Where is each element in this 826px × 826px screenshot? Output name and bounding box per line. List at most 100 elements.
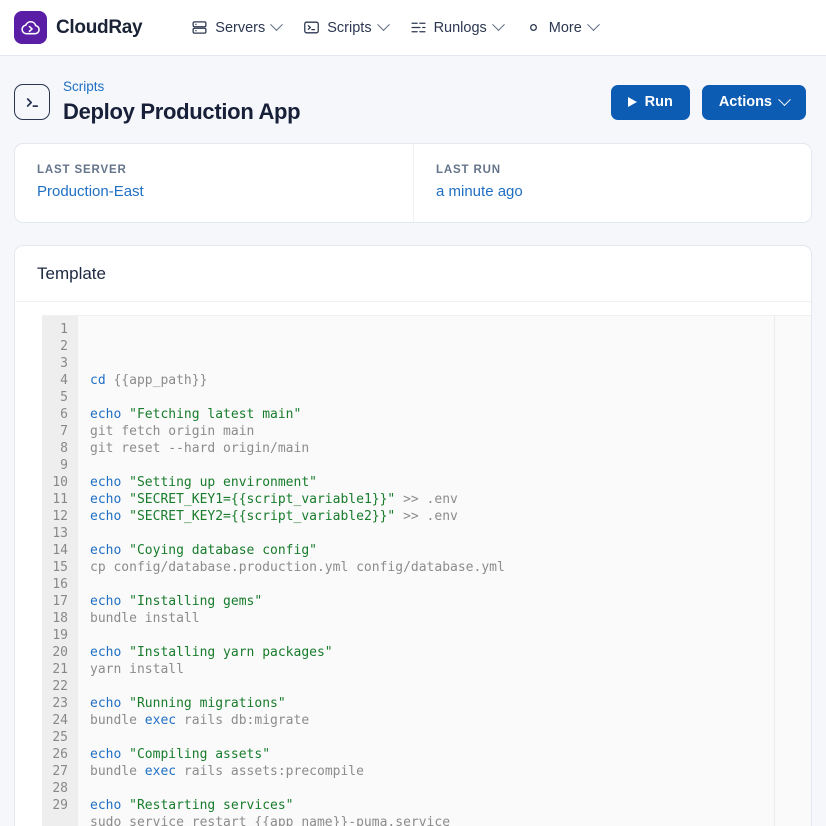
- page-header-actions: Run Actions: [611, 85, 806, 120]
- line-number: 8: [50, 440, 68, 457]
- actions-button-label: Actions: [719, 95, 772, 110]
- code-token: "Coying database config": [129, 543, 317, 558]
- nav-item-scripts[interactable]: Scripts: [292, 12, 398, 43]
- nav-item-label: More: [549, 20, 582, 36]
- code-line[interactable]: bundle exec rails assets:precompile: [90, 763, 812, 780]
- code-line[interactable]: echo "Fetching latest main": [90, 406, 812, 423]
- line-number: 3: [50, 355, 68, 372]
- code-area[interactable]: 1234567891011121314151617181920212223242…: [42, 315, 812, 826]
- code-line[interactable]: echo "Compiling assets": [90, 746, 812, 763]
- play-icon: [628, 97, 637, 107]
- line-number: 9: [50, 457, 68, 474]
- line-number: 1: [50, 321, 68, 338]
- meta-label: LAST RUN: [436, 164, 789, 176]
- code-token: git reset --hard origin/main: [90, 441, 309, 456]
- code-line[interactable]: echo "Running migrations": [90, 695, 812, 712]
- code-line[interactable]: bundle exec rails db:migrate: [90, 712, 812, 729]
- code-line[interactable]: echo "SECRET_KEY1={{script_variable1}}" …: [90, 491, 812, 508]
- code-token: "Setting up environment": [129, 475, 317, 490]
- line-number: 2: [50, 338, 68, 355]
- code-token: "Installing yarn packages": [129, 645, 333, 660]
- code-token: [121, 798, 129, 813]
- line-number: 11: [50, 491, 68, 508]
- code-editor[interactable]: 1234567891011121314151617181920212223242…: [15, 302, 811, 826]
- code-line[interactable]: [90, 457, 812, 474]
- code-line[interactable]: cp config/database.production.yml config…: [90, 559, 812, 576]
- line-number: 13: [50, 525, 68, 542]
- code-line[interactable]: [90, 525, 812, 542]
- code-token: bundle: [90, 764, 145, 779]
- nav-item-more[interactable]: More: [514, 12, 609, 43]
- line-number: 27: [50, 763, 68, 780]
- circle-icon: [525, 19, 542, 36]
- log-list-icon: [410, 19, 427, 36]
- actions-button[interactable]: Actions: [702, 85, 806, 120]
- chevron-down-icon: [377, 18, 390, 31]
- panel-title: Template: [37, 264, 789, 284]
- code-line[interactable]: [90, 780, 812, 797]
- code-line[interactable]: [90, 576, 812, 593]
- code-token: {{app_path}}: [106, 373, 208, 388]
- code-token: [121, 509, 129, 524]
- run-button-label: Run: [645, 95, 673, 110]
- template-panel: Template 1234567891011121314151617181920…: [14, 245, 812, 826]
- code-line[interactable]: echo "Restarting services": [90, 797, 812, 814]
- chevron-down-icon: [492, 18, 505, 31]
- line-number: 24: [50, 712, 68, 729]
- code-token: "Restarting services": [129, 798, 293, 813]
- code-token: git fetch origin main: [90, 424, 254, 439]
- code-token: "Compiling assets": [129, 747, 270, 762]
- line-number: 25: [50, 729, 68, 746]
- code-token: echo: [90, 645, 121, 660]
- run-button[interactable]: Run: [611, 85, 690, 120]
- code-token: "Installing gems": [129, 594, 262, 609]
- code-token: [121, 543, 129, 558]
- nav-item-runlogs[interactable]: Runlogs: [399, 12, 514, 43]
- code-token: [121, 645, 129, 660]
- code-token: bundle install: [90, 611, 200, 626]
- last-run-link[interactable]: a minute ago: [436, 183, 789, 200]
- chevron-down-icon: [270, 18, 283, 31]
- chevron-down-icon: [778, 93, 791, 106]
- code-line[interactable]: echo "Coying database config": [90, 542, 812, 559]
- line-number: 7: [50, 423, 68, 440]
- code-line[interactable]: [90, 729, 812, 746]
- code-token: echo: [90, 747, 121, 762]
- code-line[interactable]: [90, 627, 812, 644]
- code-line[interactable]: [90, 678, 812, 695]
- code-token: echo: [90, 696, 121, 711]
- nav-item-label: Servers: [215, 20, 265, 36]
- code-line[interactable]: echo "Installing gems": [90, 593, 812, 610]
- line-number: 12: [50, 508, 68, 525]
- line-number: 21: [50, 661, 68, 678]
- code-token: echo: [90, 594, 121, 609]
- line-number: 10: [50, 474, 68, 491]
- code-token: "Fetching latest main": [129, 407, 301, 422]
- code-line[interactable]: echo "Installing yarn packages": [90, 644, 812, 661]
- code-token: cd: [90, 373, 106, 388]
- line-number: 19: [50, 627, 68, 644]
- code-token: "Running migrations": [129, 696, 286, 711]
- code-token: [121, 747, 129, 762]
- code-content[interactable]: cd {{app_path}} echo "Fetching latest ma…: [78, 316, 812, 826]
- code-token: yarn install: [90, 662, 184, 677]
- last-server-link[interactable]: Production-East: [37, 183, 391, 200]
- line-number: 14: [50, 542, 68, 559]
- code-token: "SECRET_KEY2={{script_variable2}}": [129, 509, 395, 524]
- script-meta-card: LAST SERVER Production-East LAST RUN a m…: [14, 143, 812, 223]
- code-line[interactable]: echo "Setting up environment": [90, 474, 812, 491]
- code-line[interactable]: cd {{app_path}}: [90, 372, 812, 389]
- line-number: 16: [50, 576, 68, 593]
- code-line[interactable]: git fetch origin main: [90, 423, 812, 440]
- code-line[interactable]: git reset --hard origin/main: [90, 440, 812, 457]
- code-line[interactable]: sudo service restart {{app_name}}-puma.s…: [90, 814, 812, 826]
- terminal-icon: [14, 84, 50, 120]
- code-line[interactable]: bundle install: [90, 610, 812, 627]
- code-line[interactable]: yarn install: [90, 661, 812, 678]
- line-number: 18: [50, 610, 68, 627]
- code-line[interactable]: echo "SECRET_KEY2={{script_variable2}}" …: [90, 508, 812, 525]
- code-line[interactable]: [90, 389, 812, 406]
- nav-item-servers[interactable]: Servers: [180, 12, 292, 43]
- brand-logo[interactable]: CloudRay: [14, 11, 142, 44]
- breadcrumb[interactable]: Scripts: [63, 78, 611, 97]
